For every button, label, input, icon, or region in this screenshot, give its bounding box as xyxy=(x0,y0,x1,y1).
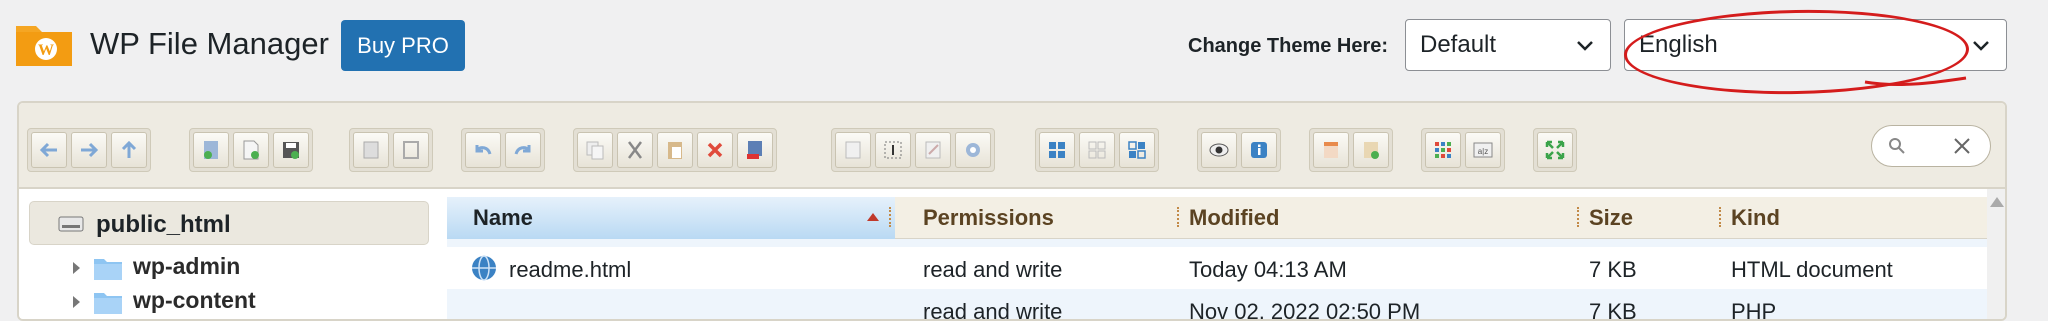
tree-item-label: wp-content xyxy=(133,287,256,313)
tree-item-wp-content[interactable]: wp-content xyxy=(55,285,435,319)
annotation-stroke xyxy=(1864,76,1967,87)
top-bar: W WP File Manager Buy PRO Change Theme H… xyxy=(0,0,2048,98)
select-all-icon[interactable] xyxy=(1039,132,1075,168)
select-none-icon[interactable] xyxy=(1079,132,1115,168)
forward-icon[interactable] xyxy=(71,132,107,168)
file-manager-panel: a|z public_html wp-admin wp-content Name xyxy=(17,101,2007,321)
buy-pro-button[interactable]: Buy PRO xyxy=(341,20,465,71)
scroll-up-icon[interactable] xyxy=(1990,197,2004,207)
toolbar-group-file xyxy=(189,128,313,172)
file-list-header: Name Permissions Modified Size Kind xyxy=(447,197,1992,239)
toolbar-group-view-info xyxy=(1197,128,1281,172)
search-icon xyxy=(1889,138,1905,154)
file-kind: HTML document xyxy=(1731,257,1893,282)
file-name: readme.html xyxy=(509,257,632,282)
clear-search-icon[interactable] xyxy=(1952,136,1972,156)
folder-icon xyxy=(94,293,122,314)
tree-root-label: public_html xyxy=(96,211,231,238)
toolbar-group-fullscreen xyxy=(1533,128,1577,172)
folder-tree: public_html wp-admin wp-content xyxy=(19,189,441,319)
column-resize-handle[interactable] xyxy=(889,207,893,227)
file-modified: Today 04:13 AM xyxy=(1189,257,1347,282)
app-title: WP File Manager xyxy=(90,26,329,61)
redo-icon[interactable] xyxy=(505,132,541,168)
sort-icon[interactable]: a|z xyxy=(1465,132,1501,168)
paste-icon[interactable] xyxy=(657,132,693,168)
html-file-icon xyxy=(472,255,496,281)
edit-icon[interactable] xyxy=(915,132,951,168)
info-icon[interactable] xyxy=(1241,132,1277,168)
toolbar-group-open xyxy=(349,128,433,172)
delete-icon[interactable] xyxy=(697,132,733,168)
view-icon[interactable] xyxy=(1425,132,1461,168)
column-header-size[interactable]: Size xyxy=(1589,197,1633,239)
save-icon[interactable] xyxy=(273,132,309,168)
column-header-modified[interactable]: Modified xyxy=(1189,197,1279,239)
sort-ascending-icon xyxy=(867,213,879,221)
toolbar-group-history xyxy=(461,128,545,172)
reload-icon[interactable] xyxy=(193,132,229,168)
tree-item-label: wp-admin xyxy=(133,253,241,279)
duplicate-icon[interactable] xyxy=(835,132,871,168)
column-resize-handle[interactable] xyxy=(1719,207,1723,227)
tree-item-wp-admin[interactable]: wp-admin xyxy=(55,251,435,285)
tree-root-public-html[interactable]: public_html xyxy=(29,201,429,245)
download-icon[interactable] xyxy=(393,132,429,168)
file-kind: PHP xyxy=(1731,299,1777,321)
table-row[interactable] xyxy=(447,239,1992,247)
fullscreen-icon[interactable] xyxy=(1537,132,1573,168)
file-size: 7 KB xyxy=(1589,299,1637,321)
column-resize-handle[interactable] xyxy=(1177,207,1181,227)
toolbar-group-tools xyxy=(831,128,995,172)
theme-select-value: Default xyxy=(1420,31,1497,58)
theme-label: Change Theme Here: xyxy=(1188,35,1389,57)
undo-icon[interactable] xyxy=(465,132,501,168)
rename-icon[interactable] xyxy=(875,132,911,168)
new-file-icon[interactable] xyxy=(233,132,269,168)
expand-arrow-icon[interactable] xyxy=(73,296,80,308)
back-icon[interactable] xyxy=(31,132,67,168)
up-icon[interactable] xyxy=(111,132,147,168)
chevron-down-icon xyxy=(1577,41,1593,51)
toolbar-group-select xyxy=(1035,128,1159,172)
file-list: Name Permissions Modified Size Kind read… xyxy=(447,189,2005,321)
svg-text:a|z: a|z xyxy=(1478,147,1489,156)
vertical-scrollbar[interactable] xyxy=(1987,189,2005,319)
cut-icon[interactable] xyxy=(617,132,653,168)
column-resize-handle[interactable] xyxy=(1577,207,1581,227)
expand-arrow-icon[interactable] xyxy=(73,262,80,274)
empty-icon[interactable] xyxy=(737,132,773,168)
archive-icon[interactable] xyxy=(1353,132,1389,168)
toolbar-group-display: a|z xyxy=(1421,128,1505,172)
file-modified: Nov 02, 2022 02:50 PM xyxy=(1189,299,1421,321)
wp-file-manager-logo-icon: W xyxy=(16,26,72,66)
column-header-name[interactable]: Name xyxy=(447,197,895,239)
column-header-kind[interactable]: Kind xyxy=(1731,197,1780,239)
resize-icon[interactable] xyxy=(955,132,991,168)
toolbar-group-nav xyxy=(27,128,151,172)
column-header-permissions[interactable]: Permissions xyxy=(923,197,1054,239)
invert-selection-icon[interactable] xyxy=(1119,132,1155,168)
folder-icon xyxy=(94,259,122,280)
file-permissions: read and write xyxy=(923,299,1063,321)
theme-select[interactable]: Default xyxy=(1405,19,1611,71)
toolbar-group-archive xyxy=(1309,128,1393,172)
table-row[interactable]: read and write Nov 02, 2022 02:50 PM 7 K… xyxy=(447,289,1992,321)
copy-icon[interactable] xyxy=(577,132,613,168)
table-row[interactable]: readme.html read and write Today 04:13 A… xyxy=(447,247,1992,289)
drive-icon xyxy=(58,216,84,232)
search-input[interactable] xyxy=(1871,125,1991,167)
chevron-down-icon xyxy=(1973,41,1989,51)
toolbar-group-edit xyxy=(573,128,777,172)
toolbar: a|z xyxy=(19,103,2005,189)
file-size: 7 KB xyxy=(1589,257,1637,282)
extract-icon[interactable] xyxy=(1313,132,1349,168)
open-icon[interactable] xyxy=(353,132,389,168)
file-permissions: read and write xyxy=(923,257,1063,282)
preview-icon[interactable] xyxy=(1201,132,1237,168)
svg-text:W: W xyxy=(38,42,54,59)
